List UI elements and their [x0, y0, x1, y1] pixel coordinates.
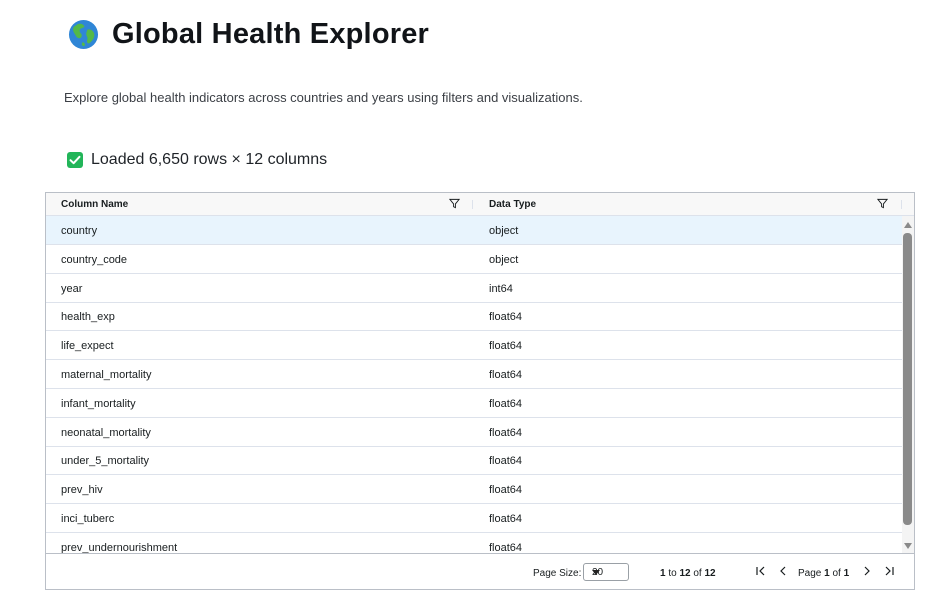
- chevron-down-icon: [592, 570, 600, 575]
- cell-column-name: inci_tuberc: [61, 513, 115, 525]
- cell-data-type: float64: [489, 311, 523, 323]
- cell-column-name: health_exp: [61, 311, 115, 323]
- grid-body: country object country_code object year int…: [46, 216, 902, 553]
- range-to: 12: [679, 568, 691, 579]
- schema-grid: Column Name Data Type country object coun…: [45, 192, 915, 590]
- table-row[interactable]: year int64: [46, 274, 902, 303]
- cell-column-name: prev_hiv: [61, 484, 103, 496]
- cell-column-name: prev_undernourishment: [61, 542, 178, 553]
- next-page-icon[interactable]: [861, 565, 873, 577]
- scroll-up-arrow-icon[interactable]: [903, 221, 913, 229]
- cell-data-type: float64: [489, 340, 523, 352]
- cell-data-type: float64: [489, 427, 523, 439]
- row-range-summary: 1 to 12 of 12: [660, 568, 716, 579]
- page-current: 1: [824, 568, 830, 579]
- range-of-word: of: [693, 568, 702, 579]
- page-header: Global Health Explorer: [68, 16, 429, 52]
- filter-icon[interactable]: [449, 198, 460, 209]
- page-word: Page: [798, 568, 822, 579]
- table-row[interactable]: country object: [46, 216, 902, 245]
- cell-data-type: float64: [489, 455, 523, 467]
- scrollbar-thumb[interactable]: [903, 233, 912, 525]
- globe-icon: [68, 19, 99, 50]
- grid-pagination: Page Size: 20 1 to 12 of 12 Page 1 of 1: [46, 553, 914, 590]
- table-row[interactable]: country_code object: [46, 245, 902, 274]
- page-description: Explore global health indicators across …: [64, 90, 583, 105]
- page-size-label: Page Size:: [533, 568, 582, 579]
- cell-column-name: under_5_mortality: [61, 455, 150, 467]
- range-to-word: to: [668, 568, 677, 579]
- column-divider[interactable]: [901, 200, 902, 209]
- last-page-icon[interactable]: [883, 565, 895, 577]
- cell-column-name: country: [61, 225, 98, 237]
- table-row[interactable]: prev_hiv float64: [46, 475, 902, 504]
- table-row[interactable]: prev_undernourishment float64: [46, 533, 902, 553]
- cell-data-type: float64: [489, 484, 523, 496]
- table-row[interactable]: infant_mortality float64: [46, 389, 902, 418]
- cell-data-type: object: [489, 225, 519, 237]
- column-divider[interactable]: [472, 200, 473, 209]
- page-title: Global Health Explorer: [112, 17, 430, 50]
- column-header-name[interactable]: Column Name: [61, 193, 128, 215]
- load-status: Loaded 6,650 rows × 12 columns: [67, 151, 327, 169]
- page-total: 1: [843, 568, 850, 579]
- load-status-text: Loaded 6,650 rows × 12 columns: [91, 151, 328, 168]
- cell-data-type: int64: [489, 283, 513, 295]
- cell-data-type: float64: [489, 513, 523, 525]
- table-row[interactable]: under_5_mortality float64: [46, 446, 902, 475]
- table-row[interactable]: neonatal_mortality float64: [46, 418, 902, 447]
- first-page-icon[interactable]: [755, 565, 767, 577]
- cell-column-name: country_code: [61, 254, 128, 266]
- table-row[interactable]: inci_tuberc float64: [46, 504, 902, 533]
- table-row[interactable]: health_exp float64: [46, 302, 902, 331]
- cell-column-name: maternal_mortality: [61, 369, 152, 381]
- filter-icon[interactable]: [877, 198, 888, 209]
- cell-data-type: float64: [489, 369, 523, 381]
- page-indicator: Page 1 of 1: [798, 568, 849, 579]
- column-header-dtype[interactable]: Data Type: [489, 193, 536, 215]
- cell-data-type: float64: [489, 542, 523, 553]
- range-total: 12: [704, 568, 716, 579]
- range-from: 1: [660, 568, 666, 579]
- checkbox-check-icon: [67, 152, 83, 168]
- cell-column-name: infant_mortality: [61, 398, 136, 410]
- cell-data-type: float64: [489, 398, 523, 410]
- page-size-select[interactable]: 20: [583, 563, 629, 581]
- cell-column-name: neonatal_mortality: [61, 427, 151, 439]
- page-of-word: of: [832, 568, 841, 579]
- cell-column-name: life_expect: [61, 340, 114, 352]
- cell-column-name: year: [61, 283, 83, 295]
- cell-data-type: object: [489, 254, 519, 266]
- scroll-down-arrow-icon[interactable]: [903, 542, 913, 550]
- previous-page-icon[interactable]: [777, 565, 789, 577]
- table-row[interactable]: life_expect float64: [46, 331, 902, 360]
- grid-header: Column Name Data Type: [46, 193, 914, 216]
- table-row[interactable]: maternal_mortality float64: [46, 360, 902, 389]
